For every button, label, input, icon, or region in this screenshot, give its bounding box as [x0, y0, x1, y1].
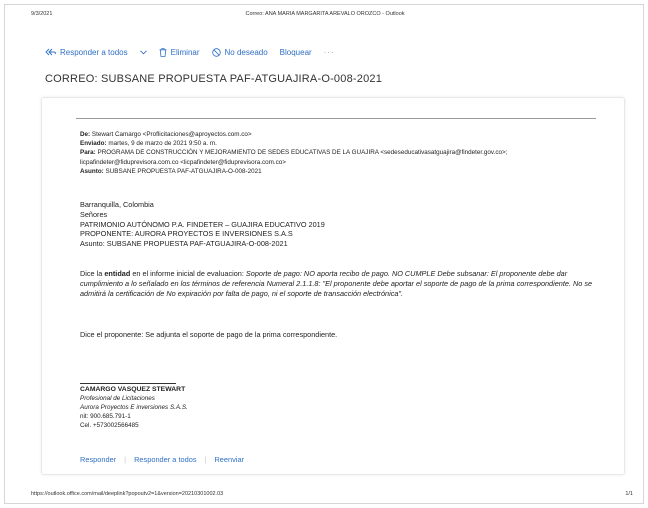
message-toolbar: Responder a todos Eliminar No deseado Bl…: [45, 45, 335, 59]
to-line: Para: PROGRAMA DE CONSTRUCCIÓN Y MEJORAM…: [80, 148, 602, 166]
para1-bold: entidad: [104, 269, 131, 278]
to-label: Para:: [80, 149, 96, 157]
entity-statement-paragraph: Dice la entidad en el informe inicial de…: [80, 269, 602, 298]
para1-prefix: Dice la: [80, 269, 105, 278]
from-label: De:: [80, 131, 91, 138]
print-header: 9/3/2021 Correo: ANA MARIA MARGARITA ARE…: [5, 5, 645, 19]
block-circle-icon: [211, 47, 221, 57]
block-label: Bloquear: [279, 47, 312, 57]
page-number: 1/1: [625, 491, 633, 497]
signature-company: Aurora Proyectos E inversiones S.A.S.: [80, 404, 188, 411]
address-line: PATRIMONIO AUTÓNOMO P.A. FINDETER – GUAJ…: [80, 219, 325, 229]
reply-all-button[interactable]: Responder a todos: [45, 48, 128, 57]
signature-name: CAMARGO VASQUEZ STEWART: [80, 386, 186, 393]
sent-line: Enviado: martes, 9 de marzo de 2021 9:50…: [80, 139, 602, 148]
email-subject-heading: CORREO: SUBSANE PROPUESTA PAF-ATGUAJIRA-…: [45, 73, 383, 85]
subject-label: Asunto:: [80, 167, 104, 175]
address-line: PROPONENTE: AURORA PROYECTOS E INVERSION…: [80, 229, 293, 239]
reply-dropdown-chevron-icon[interactable]: [139, 48, 147, 57]
reply-all-icon: [45, 48, 56, 56]
sent-value: martes, 9 de marzo de 2021 9:50 a. m.: [108, 140, 217, 148]
signature-divider: [80, 383, 176, 384]
action-separator: |: [124, 455, 127, 464]
from-line: De: Stewart Camargo <Proflicitaciones@ap…: [80, 130, 602, 139]
reply-all-label: Responder a todos: [60, 47, 128, 57]
delete-label: Eliminar: [170, 47, 200, 57]
signature-phone: Cel. +573002566485: [80, 422, 139, 429]
subject-value: SUBSANE PROPUESTA PAF-ATGUAJIRA-O-008-20…: [105, 167, 262, 175]
forwarded-header: De: Stewart Camargo <Proflicitaciones@ap…: [80, 130, 602, 176]
signature-role: Profesional de Licitaciones: [80, 395, 155, 402]
sent-label: Enviado:: [80, 140, 107, 148]
more-options-icon[interactable]: ···: [324, 48, 335, 57]
block-button[interactable]: Bloquear: [280, 48, 312, 57]
delete-button[interactable]: Eliminar: [159, 48, 200, 57]
signature-nit: nit: 900.685.791-1: [80, 413, 131, 420]
forward-link[interactable]: Reenviar: [214, 455, 244, 464]
trash-icon: [159, 47, 167, 57]
action-separator: |: [204, 455, 207, 464]
junk-button[interactable]: No deseado: [211, 47, 268, 57]
print-url: https://outlook.office.com/mail/deeplink…: [31, 491, 224, 497]
address-block: Barranquilla, Colombia Señores PATRIMONI…: [80, 200, 602, 249]
header-divider: [76, 118, 596, 119]
to-value: PROGRAMA DE CONSTRUCCIÓN Y MEJORAMIENTO …: [80, 149, 508, 166]
address-line: Barranquilla, Colombia: [80, 200, 154, 209]
proponent-statement-paragraph: Dice el proponente: Se adjunta el soport…: [80, 330, 338, 339]
print-title: Correo: ANA MARIA MARGARITA AREVALO OROZ…: [245, 11, 405, 17]
signature-block: CAMARGO VASQUEZ STEWART Profesional de L…: [80, 385, 188, 430]
address-line: Asunto: SUBSANE PROPUESTA PAF-ATGUAJIRA-…: [80, 239, 288, 249]
subject-line: Asunto: SUBSANE PROPUESTA PAF-ATGUAJIRA-…: [80, 167, 602, 176]
from-value: Stewart Camargo <Proflicitaciones@aproye…: [91, 131, 252, 138]
email-message-card: De: Stewart Camargo <Proflicitaciones@ap…: [41, 97, 625, 475]
junk-label: No deseado: [224, 47, 268, 57]
reply-link[interactable]: Responder: [80, 455, 116, 464]
reply-actions: Responder | Responder a todos | Reenviar: [80, 455, 244, 464]
para1-mid: en el informe inicial de evaluacion:: [130, 269, 246, 278]
reply-all-link[interactable]: Responder a todos: [134, 455, 196, 464]
printed-page: 9/3/2021 Correo: ANA MARIA MARGARITA ARE…: [4, 4, 644, 504]
address-line: Señores: [80, 209, 108, 219]
